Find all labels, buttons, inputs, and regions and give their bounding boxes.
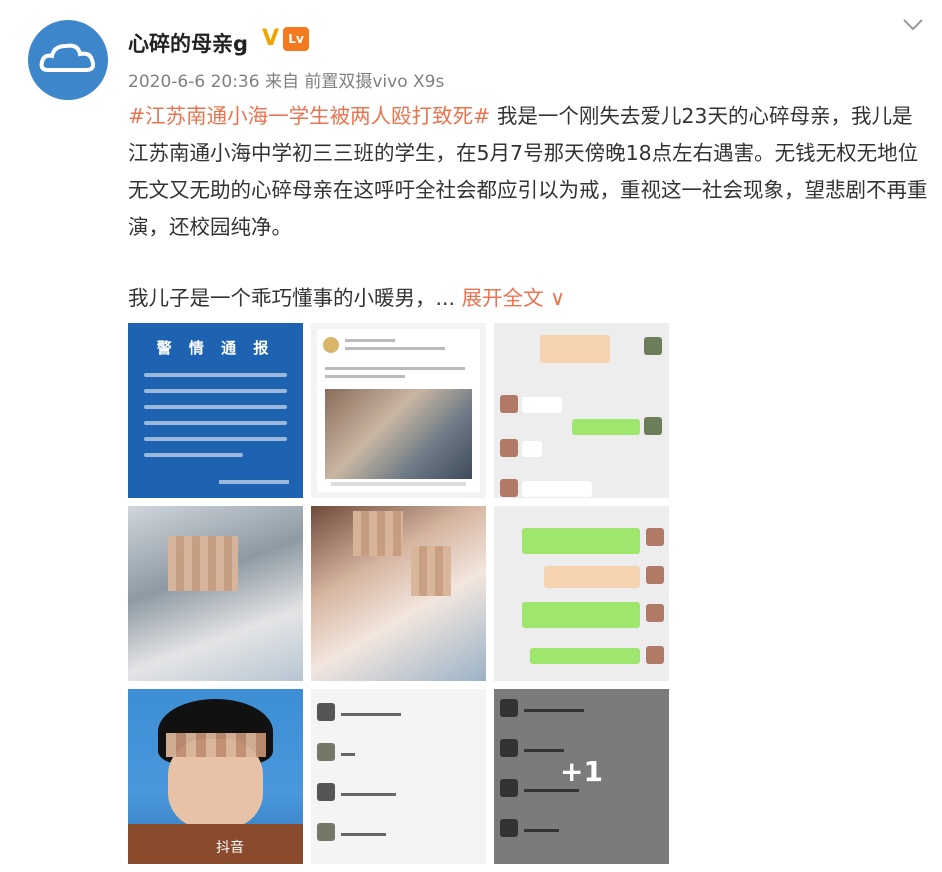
- chat-bubble: [530, 648, 640, 664]
- image-chat-1[interactable]: [494, 323, 669, 498]
- chat-text: [341, 833, 386, 836]
- chat-text: [524, 829, 559, 832]
- news-line: [325, 367, 465, 370]
- level-badge: Lv: [283, 27, 310, 51]
- chat-text: [341, 793, 396, 796]
- chat-avatar: [317, 703, 335, 721]
- username[interactable]: 心碎的母亲g: [128, 28, 248, 58]
- chat-avatar: [646, 528, 664, 546]
- chat-avatar: [317, 743, 335, 761]
- tiktok-watermark: 抖音: [216, 840, 244, 856]
- chat-text: [524, 789, 579, 792]
- chat-text: [341, 753, 355, 756]
- image-chat-2[interactable]: [494, 506, 669, 681]
- chat-bubble: [522, 528, 640, 554]
- post-date: 2020-6-6 20:36: [128, 72, 260, 92]
- notice-text-line: [144, 453, 243, 457]
- notice-signature: [219, 480, 289, 484]
- news-line: [325, 375, 405, 378]
- chat-bubble: [522, 602, 640, 628]
- chat-bubble: [572, 419, 640, 435]
- image-chat-4-more[interactable]: +1: [494, 689, 669, 864]
- avatar[interactable]: [28, 20, 108, 100]
- image-chat-3[interactable]: [311, 689, 486, 864]
- post-second-paragraph: 我儿子是一个乖巧懂事的小暖男，... 展开全文 ∨: [128, 281, 565, 311]
- notice-text-line: [144, 421, 287, 425]
- cloud-icon: [39, 43, 96, 72]
- verified-badge: V: [262, 26, 280, 51]
- chat-avatar: [500, 395, 518, 413]
- chat-text: [341, 713, 401, 716]
- chat-avatar: [646, 566, 664, 584]
- user-badges: V Lv: [262, 26, 310, 52]
- chat-avatar: [317, 823, 335, 841]
- post-meta: 2020-6-6 20:36 来自 前置双摄vivo X9s: [128, 67, 444, 92]
- blurred-face: [168, 536, 238, 591]
- second-paragraph-text: 我儿子是一个乖巧懂事的小暖男，...: [128, 286, 456, 310]
- chat-text: [524, 709, 584, 712]
- news-card: [317, 329, 480, 492]
- notice-text-line: [144, 437, 287, 441]
- chat-avatar: [500, 699, 518, 717]
- news-line: [345, 339, 395, 342]
- blurred-face: [411, 546, 451, 596]
- notice-title: 警 情 通 报: [156, 339, 275, 357]
- image-news-screenshot[interactable]: [311, 323, 486, 498]
- image-hospital[interactable]: [128, 506, 303, 681]
- blurred-face: [353, 511, 403, 556]
- chat-bubble: [522, 441, 542, 457]
- image-grid: 警 情 通 报 抖音 +1: [128, 323, 669, 864]
- chat-avatar: [644, 417, 662, 435]
- blurred-eyes: [166, 733, 266, 757]
- news-line: [345, 347, 445, 350]
- image-student-portrait[interactable]: 抖音: [128, 689, 303, 864]
- image-mother-son[interactable]: [311, 506, 486, 681]
- notice-text-line: [144, 405, 287, 409]
- chevron-down-icon[interactable]: [902, 18, 924, 32]
- news-photo: [325, 389, 472, 479]
- chat-avatar: [646, 646, 664, 664]
- more-images-count: +1: [560, 755, 603, 788]
- news-actions: [331, 482, 466, 486]
- chat-avatar: [646, 604, 664, 622]
- news-avatar: [323, 337, 339, 353]
- chat-avatar: [500, 439, 518, 457]
- notice-text-line: [144, 373, 287, 377]
- chat-avatar: [500, 479, 518, 497]
- chat-bubble: [522, 481, 592, 497]
- chat-avatar: [644, 337, 662, 355]
- chat-text: [524, 749, 564, 752]
- chat-bubble: [540, 335, 610, 363]
- chat-bubble: [544, 566, 640, 588]
- expand-full-text-link[interactable]: 展开全文 ∨: [462, 286, 566, 310]
- post-text: #江苏南通小海一学生被两人殴打致死# 我是一个刚失去爱儿23天的心碎母亲，我儿是…: [128, 98, 928, 246]
- weibo-post: 心碎的母亲g V Lv 2020-6-6 20:36 来自 前置双摄vivo X…: [0, 0, 942, 872]
- notice-text-line: [144, 389, 287, 393]
- chat-avatar: [500, 819, 518, 837]
- chat-avatar: [317, 783, 335, 801]
- post-source: 来自 前置双摄vivo X9s: [264, 72, 445, 92]
- topic-link[interactable]: #江苏南通小海一学生被两人殴打致死#: [128, 104, 490, 128]
- chat-bubble: [522, 397, 562, 413]
- image-police-notice[interactable]: 警 情 通 报: [128, 323, 303, 498]
